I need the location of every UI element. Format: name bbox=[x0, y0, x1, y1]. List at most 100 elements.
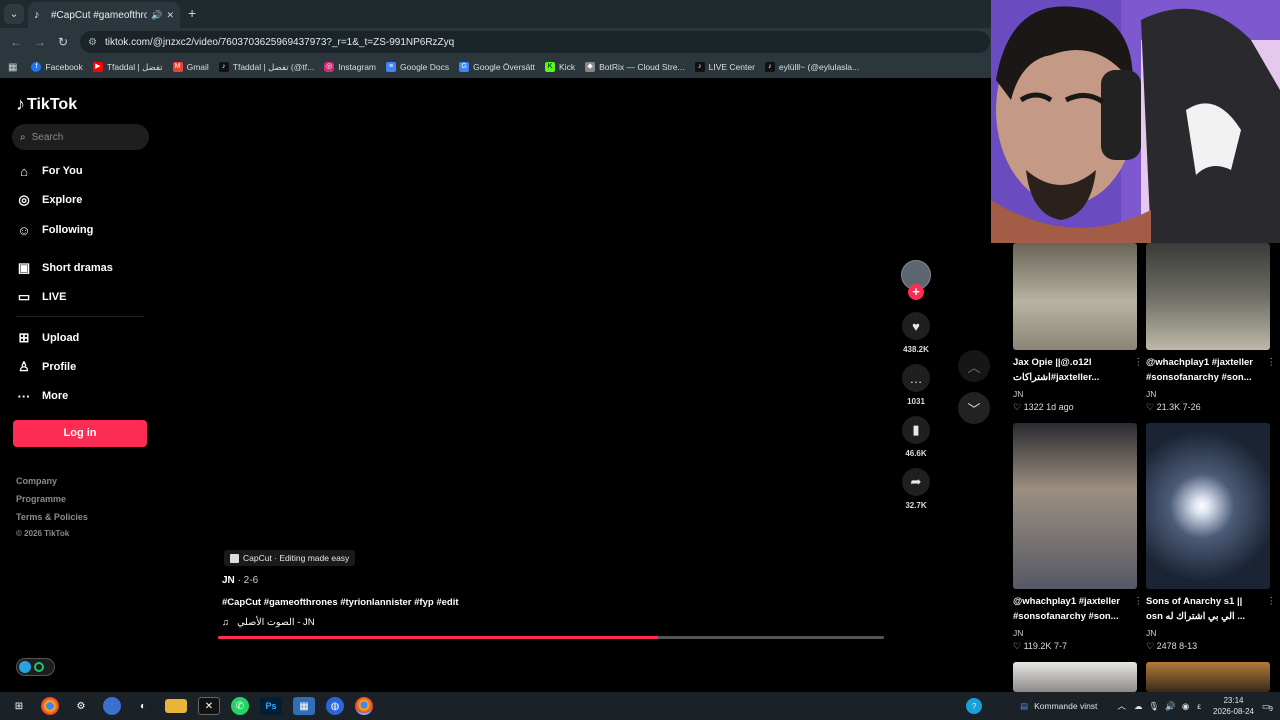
video-music[interactable]: ♫ الصوت الأصلي - JN bbox=[222, 617, 315, 628]
nav-upload[interactable]: ⊞ Upload bbox=[16, 330, 80, 346]
settings-app-icon[interactable]: ⚙ bbox=[70, 697, 92, 715]
search-input[interactable]: ⌕ Search bbox=[12, 124, 149, 150]
speaker-icon[interactable]: 🔊 bbox=[151, 10, 162, 21]
search-icon: ⌕ bbox=[20, 131, 26, 143]
tray-expand-icon[interactable]: ︿ bbox=[1117, 700, 1126, 712]
video-card-author[interactable]: JN bbox=[1146, 389, 1156, 399]
share-action[interactable]: ➦ 32.7K bbox=[901, 468, 931, 510]
like-action[interactable]: ♥ 438.2K bbox=[901, 312, 931, 354]
bookmark[interactable]: G Google Översätt bbox=[459, 62, 535, 72]
nav-short-dramas[interactable]: ▣ Short dramas bbox=[16, 260, 113, 276]
tiktok-logo-icon: ♪ bbox=[16, 94, 25, 114]
file-explorer-icon[interactable] bbox=[165, 699, 187, 713]
bookmark[interactable]: M Gmail bbox=[172, 62, 209, 72]
docs-icon: ≡ bbox=[386, 62, 396, 72]
save-action[interactable]: ▮ 46.6K bbox=[901, 416, 931, 458]
browser-tab[interactable]: ♪ #CapCut #gameofthrones # 🔊 ✕ bbox=[28, 2, 180, 28]
action-center-icon[interactable]: ▭ 9 bbox=[1262, 701, 1273, 713]
video-card-title[interactable]: @whachplay1 #jaxteller #sonsofanarchy #so… bbox=[1013, 594, 1143, 624]
capcut-badge[interactable]: CapCut · Editing made easy bbox=[224, 550, 356, 566]
volume-icon[interactable]: 🔊 bbox=[1165, 701, 1176, 712]
next-video-button[interactable]: ﹀ bbox=[958, 392, 990, 424]
site-info-icon[interactable]: ⚙ bbox=[88, 37, 97, 48]
capcut-app-icon[interactable]: ◐ bbox=[132, 697, 154, 715]
login-button[interactable]: Log in bbox=[13, 420, 147, 447]
capcut-desktop-icon[interactable]: ✕ bbox=[198, 697, 220, 715]
whatsapp-icon[interactable]: ✆ bbox=[231, 697, 249, 715]
network-icon[interactable]: ◉ bbox=[1182, 701, 1189, 712]
video-card-author[interactable]: JN bbox=[1013, 389, 1023, 399]
video-thumbnail[interactable] bbox=[1013, 662, 1137, 692]
music-note-icon: ♫ bbox=[222, 617, 230, 628]
video-thumbnail[interactable] bbox=[1013, 243, 1137, 350]
bookmark[interactable]: ♪ eylülll~ (@eylulasla... bbox=[764, 62, 859, 72]
new-tab-icon[interactable]: + bbox=[188, 5, 196, 21]
search-placeholder: Search bbox=[31, 131, 64, 143]
bookmark[interactable]: ◆ BotRix — Cloud Stre... bbox=[585, 62, 685, 72]
photoshop-icon[interactable]: Ps bbox=[260, 697, 282, 715]
nav-more[interactable]: ··· More bbox=[16, 388, 69, 404]
nav-live[interactable]: ▭ LIVE bbox=[16, 289, 67, 305]
more-options-icon[interactable]: ⋮ bbox=[1267, 355, 1277, 370]
help-icon[interactable]: ? bbox=[966, 698, 983, 714]
previous-video-button[interactable]: ︿ bbox=[958, 350, 990, 382]
cloud-icon[interactable]: ☁ bbox=[1134, 701, 1143, 712]
chrome-icon[interactable] bbox=[41, 697, 59, 715]
extension-toggle[interactable] bbox=[16, 658, 55, 676]
notification-icon[interactable]: ▤ bbox=[1020, 701, 1028, 712]
bookmark[interactable]: K Kick bbox=[545, 62, 575, 72]
tiktok-icon: ♪ bbox=[218, 62, 229, 72]
back-icon[interactable]: ← bbox=[10, 35, 22, 49]
video-card-author[interactable]: JN bbox=[1013, 628, 1023, 638]
streamer-image bbox=[991, 0, 1280, 243]
bookmark[interactable]: ♪ Tfaddal | تفضل (@tf... bbox=[218, 62, 314, 73]
bookmark[interactable]: ♪ LIVE Center bbox=[694, 62, 755, 72]
video-thumbnail[interactable] bbox=[1146, 423, 1270, 589]
microphone-icon[interactable]: 🎙 bbox=[1148, 701, 1159, 712]
reload-icon[interactable]: ↻ bbox=[58, 35, 68, 49]
heart-outline-icon: ♡ bbox=[1146, 402, 1157, 412]
heart-outline-icon: ♡ bbox=[1013, 402, 1024, 412]
windows-start-icon[interactable]: ⊞ bbox=[8, 697, 30, 715]
follow-plus-icon[interactable]: + bbox=[908, 284, 924, 300]
language-indicator[interactable]: ε bbox=[1197, 701, 1201, 711]
video-description[interactable]: #CapCut #gameofthrones #tyrionlannister … bbox=[222, 597, 459, 608]
apps-grid-icon[interactable]: ▦ bbox=[8, 62, 17, 73]
bookmark[interactable]: ≡ Google Docs bbox=[386, 62, 449, 72]
video-thumbnail[interactable] bbox=[1146, 662, 1270, 692]
video-progress-bar[interactable] bbox=[218, 636, 884, 639]
footer-link-company[interactable]: Company bbox=[16, 476, 57, 486]
video-card-author[interactable]: JN bbox=[1146, 628, 1156, 638]
nav-profile[interactable]: ♙ Profile bbox=[16, 359, 76, 375]
close-tab-icon[interactable]: ✕ bbox=[166, 10, 174, 21]
nav-explore[interactable]: ◎ Explore bbox=[16, 192, 82, 208]
nav-for-you[interactable]: ⌂ For You bbox=[16, 163, 82, 179]
footer-link-programme[interactable]: Programme bbox=[16, 494, 66, 504]
forward-icon[interactable]: → bbox=[34, 35, 46, 49]
profile-icon: ♙ bbox=[18, 359, 30, 374]
video-card-title[interactable]: @whachplay1 #jaxteller #sonsofanarchy #so… bbox=[1146, 355, 1276, 385]
clock[interactable]: 23:14 2026-08-24 bbox=[1213, 695, 1254, 717]
obs-icon[interactable]: ◍ bbox=[326, 697, 344, 715]
tiktok-logo[interactable]: ♪ TikTok bbox=[16, 94, 77, 115]
video-card-title[interactable]: Jax Opie ||@.o12l اشتراكات#jaxteller... ⋮ bbox=[1013, 355, 1143, 385]
comment-action[interactable]: … 1031 bbox=[901, 364, 931, 406]
bookmark[interactable]: ◎ Instagram bbox=[324, 62, 376, 72]
video-thumbnail[interactable] bbox=[1013, 423, 1137, 589]
chrome-active-icon[interactable] bbox=[355, 697, 373, 715]
notification-text[interactable]: Kommande vinst bbox=[1034, 701, 1097, 711]
bookmark[interactable]: ▶ Tfaddal | تفضل bbox=[92, 62, 163, 73]
more-options-icon[interactable]: ⋮ bbox=[1134, 594, 1144, 609]
video-author[interactable]: JN · 2-6 bbox=[222, 575, 258, 586]
url-bar[interactable]: ⚙ tiktok.com/@jnzxc2/video/7603703625969… bbox=[80, 31, 990, 53]
footer-link-terms[interactable]: Terms & Policies bbox=[16, 512, 88, 522]
video-thumbnail[interactable] bbox=[1146, 243, 1270, 350]
video-card-title[interactable]: Sons of Anarchy s1 || osn الي بي اشتراك ل… bbox=[1146, 594, 1276, 624]
chrome-profile-icon[interactable] bbox=[103, 697, 121, 715]
nav-following[interactable]: ☺ Following bbox=[16, 222, 93, 238]
more-options-icon[interactable]: ⋮ bbox=[1134, 355, 1144, 370]
more-options-icon[interactable]: ⋮ bbox=[1267, 594, 1277, 609]
app-window-icon[interactable]: ▦ bbox=[293, 697, 315, 715]
bookmark[interactable]: f Facebook bbox=[31, 62, 83, 72]
tab-search-icon[interactable]: ⌄ bbox=[4, 4, 24, 24]
